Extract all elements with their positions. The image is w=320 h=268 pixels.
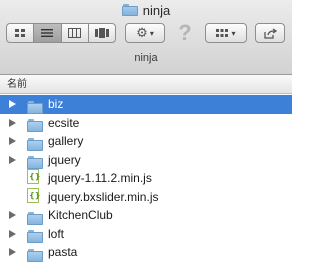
window-title: ninja [0, 2, 292, 18]
file-name: pasta [48, 245, 78, 259]
folder-icon [27, 100, 43, 114]
disclosure-triangle-icon[interactable] [9, 211, 16, 219]
disclosure-triangle-icon[interactable] [9, 100, 16, 108]
js-file-icon: {} [27, 187, 41, 204]
window-title-text: ninja [142, 2, 171, 18]
column-view-button[interactable] [61, 23, 89, 43]
folder-icon [27, 248, 43, 262]
arrange-menu-button[interactable]: ▾ [205, 23, 247, 43]
coverflow-icon [94, 28, 109, 38]
file-row[interactable]: ecsite [0, 114, 292, 133]
quicklook-button[interactable]: ? [174, 20, 196, 46]
list-view-button[interactable] [34, 23, 62, 43]
file-name: jquery [48, 152, 81, 167]
folder-icon [27, 156, 43, 170]
question-mark-icon: ? [178, 20, 192, 45]
folder-icon [27, 211, 43, 225]
icon-grid-icon [15, 29, 26, 37]
file-name: biz [48, 97, 64, 111]
gear-icon: ⚙ [136, 25, 148, 40]
columns-icon [68, 28, 82, 38]
share-arrow-icon [263, 27, 277, 39]
file-row[interactable]: loft [0, 225, 292, 244]
folder-icon [27, 230, 43, 244]
view-mode-segmented-control [6, 23, 116, 43]
js-file-icon: {} [27, 169, 41, 185]
file-row[interactable]: jquery [0, 151, 292, 170]
disclosure-triangle-icon[interactable] [9, 137, 16, 145]
file-row[interactable]: biz [0, 95, 292, 114]
file-name: gallery [48, 134, 84, 148]
disclosure-triangle-icon[interactable] [9, 229, 16, 238]
chevron-down-icon: ▾ [149, 28, 154, 38]
disclosure-triangle-icon[interactable] [9, 248, 16, 256]
grid-arrange-icon [216, 29, 229, 37]
share-button[interactable] [255, 23, 285, 43]
file-row[interactable]: {} jquery-1.11.2.min.js [0, 169, 292, 188]
file-row[interactable]: KitchenClub [0, 206, 292, 225]
title-bar: ninja ⚙ ▾ ? ▾ ninja [0, 0, 292, 75]
folder-icon [121, 4, 138, 16]
file-name: jquery.bxslider.min.js [48, 189, 159, 204]
toolbar-label: ninja [134, 52, 158, 64]
coverflow-view-button[interactable] [88, 23, 116, 43]
list-lines-icon [41, 29, 54, 37]
file-list: biz ecsite gallery jquery {} jquery-1.11.2.mi… [0, 95, 292, 262]
folder-icon [27, 119, 43, 133]
name-column-header[interactable]: 名前 [0, 75, 292, 94]
disclosure-triangle-icon[interactable] [9, 155, 16, 164]
file-row[interactable]: gallery [0, 132, 292, 151]
action-menu-button[interactable]: ⚙ ▾ [125, 23, 165, 43]
file-row[interactable]: pasta [0, 243, 292, 262]
name-column-label: 名前 [7, 79, 27, 90]
folder-icon [27, 137, 43, 151]
disclosure-triangle-icon[interactable] [9, 118, 16, 127]
file-name: ecsite [48, 115, 80, 130]
file-row[interactable]: {} jquery.bxslider.min.js [0, 187, 292, 207]
chevron-down-icon: ▾ [231, 28, 236, 38]
file-name: jquery-1.11.2.min.js [48, 171, 152, 185]
file-name: loft [48, 226, 65, 241]
icon-view-button[interactable] [6, 23, 35, 43]
file-name: KitchenClub [48, 208, 113, 222]
